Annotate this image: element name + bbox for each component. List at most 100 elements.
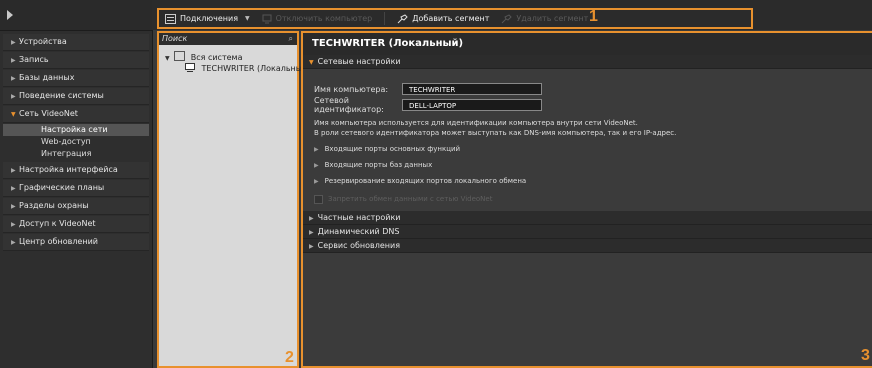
section-network-settings[interactable]: ▼ Сетевые настройки: [303, 55, 872, 69]
connections-label: Подключения: [180, 14, 239, 23]
page-title: TECHWRITER (Локальный): [303, 33, 872, 55]
subsection-label: Входящие порты баз данных: [324, 161, 433, 169]
connections-icon: [165, 13, 176, 24]
nav-item-databases[interactable]: ▶ Базы данных: [3, 70, 149, 87]
area-number-2: 2: [285, 349, 294, 366]
chevron-right-icon: ▶: [11, 185, 16, 192]
chevron-down-icon: ▼: [11, 111, 16, 118]
forbid-exchange-checkbox[interactable]: Запретить обмен данными с сетью VideoNet: [314, 192, 872, 206]
computer-name-field[interactable]: TECHWRITER: [402, 83, 542, 95]
network-id-field[interactable]: DELL-LAPTOP: [402, 99, 542, 111]
section-label: Сетевые настройки: [317, 57, 401, 66]
tree-node-local-computer[interactable]: TECHWRITER (Локальный): [159, 63, 310, 75]
subsection-label: Входящие порты основных функций: [324, 145, 461, 153]
nav-sub-network-setup[interactable]: Настройка сети: [3, 124, 149, 136]
nav-item-label: Поведение системы: [19, 91, 104, 100]
nav-item-label: Центр обновлений: [19, 237, 98, 246]
nav-item-label: Базы данных: [19, 73, 75, 82]
chevron-right-icon: ▶: [314, 146, 319, 153]
remove-segment-label: Удалить сегмент: [516, 14, 589, 23]
chevron-right-icon: ▶: [11, 239, 16, 246]
subsection-label: Резервирование входящих портов локальног…: [324, 177, 527, 185]
chevron-right-icon: ▶: [11, 221, 16, 228]
checkbox-icon: [314, 194, 323, 204]
system-icon: [174, 51, 186, 61]
remove-segment-icon: [502, 13, 513, 23]
chevron-right-icon: ▶: [11, 39, 16, 46]
nav-item-videonet-access[interactable]: ▶ Доступ к VideoNet: [3, 216, 149, 233]
computer-name-row: Имя компьютера: TECHWRITER: [314, 81, 872, 97]
section-label: Динамический DNS: [317, 227, 400, 236]
computer-name-label: Имя компьютера:: [314, 84, 389, 94]
search-icon[interactable]: ⌕: [289, 33, 293, 45]
nav-item-label: Графические планы: [19, 183, 105, 192]
nav-item-label: Устройства: [19, 37, 67, 46]
left-nav: ▶ Устройства ▶ Запись ▶ Базы данных ▶ Поведе…: [0, 0, 153, 368]
nav-item-label: Настройка интерфейса: [19, 165, 118, 174]
play-triangle-icon: [7, 10, 13, 20]
main-panel: TECHWRITER (Локальный) ▼ Сетевые настройк…: [301, 31, 872, 368]
nav-sub-integration[interactable]: Интеграция: [3, 148, 149, 160]
chevron-right-icon: ▶: [11, 203, 16, 210]
chevron-right-icon: ▶: [309, 229, 314, 236]
chevron-down-icon: ▼: [309, 59, 314, 66]
section-label: Частные настройки: [317, 213, 401, 222]
tree-root[interactable]: ▼ Вся система: [159, 51, 297, 63]
toolbar: Подключения ▼ Отключить компьютер Добави…: [152, 0, 872, 30]
chevron-right-icon: ▶: [11, 57, 16, 64]
chevron-right-icon: ▶: [11, 93, 16, 100]
computer-icon: [262, 14, 272, 23]
tree-root-label: Вся система: [190, 53, 243, 62]
toolbar-highlight: Подключения ▼ Отключить компьютер Добави…: [157, 8, 753, 29]
chevron-down-icon[interactable]: ▼: [165, 55, 170, 62]
search-placeholder: Поиск: [162, 34, 188, 43]
chevron-right-icon: ▶: [309, 215, 314, 222]
remove-segment-button[interactable]: Удалить сегмент: [501, 13, 589, 24]
subsection-reserve-ports[interactable]: ▶ Резервирование входящих портов локально…: [314, 173, 872, 189]
tree-panel: Поиск ⌕ ▼ Вся система TECHWRITER (Локаль…: [157, 31, 310, 368]
connections-button[interactable]: Подключения ▼: [165, 13, 250, 24]
nav-item-system-behavior[interactable]: ▶ Поведение системы: [3, 88, 149, 105]
nav-item-graphic-plans[interactable]: ▶ Графические планы: [3, 180, 149, 197]
section-update-service[interactable]: ▶ Сервис обновления: [303, 239, 872, 253]
area-number-3: 3: [861, 347, 870, 364]
nav-item-devices[interactable]: ▶ Устройства: [3, 34, 149, 51]
nav-item-videonet[interactable]: ▼ Сеть VideoNet: [3, 106, 149, 123]
nav-item-recording[interactable]: ▶ Запись: [3, 52, 149, 69]
nav-item-label: Доступ к VideoNet: [19, 219, 96, 228]
nav-item-update-center[interactable]: ▶ Центр обновлений: [3, 234, 149, 251]
network-id-row: Сетевой идентификатор: DELL-LAPTOP: [314, 96, 872, 114]
chevron-right-icon: ▶: [309, 243, 314, 250]
section-dynamic-dns[interactable]: ▶ Динамический DNS: [303, 225, 872, 239]
add-segment-icon: [397, 13, 408, 23]
subsection-incoming-db-ports[interactable]: ▶ Входящие порты баз данных: [314, 157, 872, 173]
add-segment-label: Добавить сегмент: [412, 14, 490, 23]
nav-item-label: Запись: [19, 55, 49, 64]
network-id-label: Сетевой идентификатор:: [314, 96, 384, 114]
chevron-right-icon: ▶: [314, 162, 319, 169]
chevron-down-icon: ▼: [245, 15, 250, 22]
nav-item-label: Сеть VideoNet: [19, 109, 78, 118]
disconnect-computer-button[interactable]: Отключить компьютер: [262, 14, 373, 24]
collapse-toggle[interactable]: [0, 0, 152, 31]
area-number-1: 1: [589, 8, 598, 25]
disconnect-label: Отключить компьютер: [275, 14, 373, 23]
nav-item-label: Разделы охраны: [19, 201, 89, 210]
nav-item-security-zones[interactable]: ▶ Разделы охраны: [3, 198, 149, 215]
nav-item-interface-setup[interactable]: ▶ Настройка интерфейса: [3, 162, 149, 179]
info-text-1: Имя компьютера используется для идентифи…: [314, 119, 638, 127]
search-input[interactable]: Поиск ⌕: [159, 33, 297, 45]
chevron-right-icon: ▶: [11, 167, 16, 174]
tree-node-label: TECHWRITER (Локальный): [201, 64, 311, 73]
toolbar-divider: [384, 12, 386, 25]
add-segment-button[interactable]: Добавить сегмент: [397, 13, 490, 24]
chevron-right-icon: ▶: [314, 178, 319, 185]
subsection-incoming-main-ports[interactable]: ▶ Входящие порты основных функций: [314, 141, 872, 157]
chevron-right-icon: ▶: [11, 75, 16, 82]
computer-icon: [185, 63, 195, 72]
section-label: Сервис обновления: [317, 241, 401, 250]
info-text-2: В роли сетевого идентификатора может выс…: [314, 129, 677, 137]
nav-sub-web-access[interactable]: Web-доступ: [3, 136, 149, 148]
forbid-exchange-label: Запретить обмен данными с сетью VideoNet: [328, 195, 493, 203]
section-private-settings[interactable]: ▶ Частные настройки: [303, 211, 872, 225]
